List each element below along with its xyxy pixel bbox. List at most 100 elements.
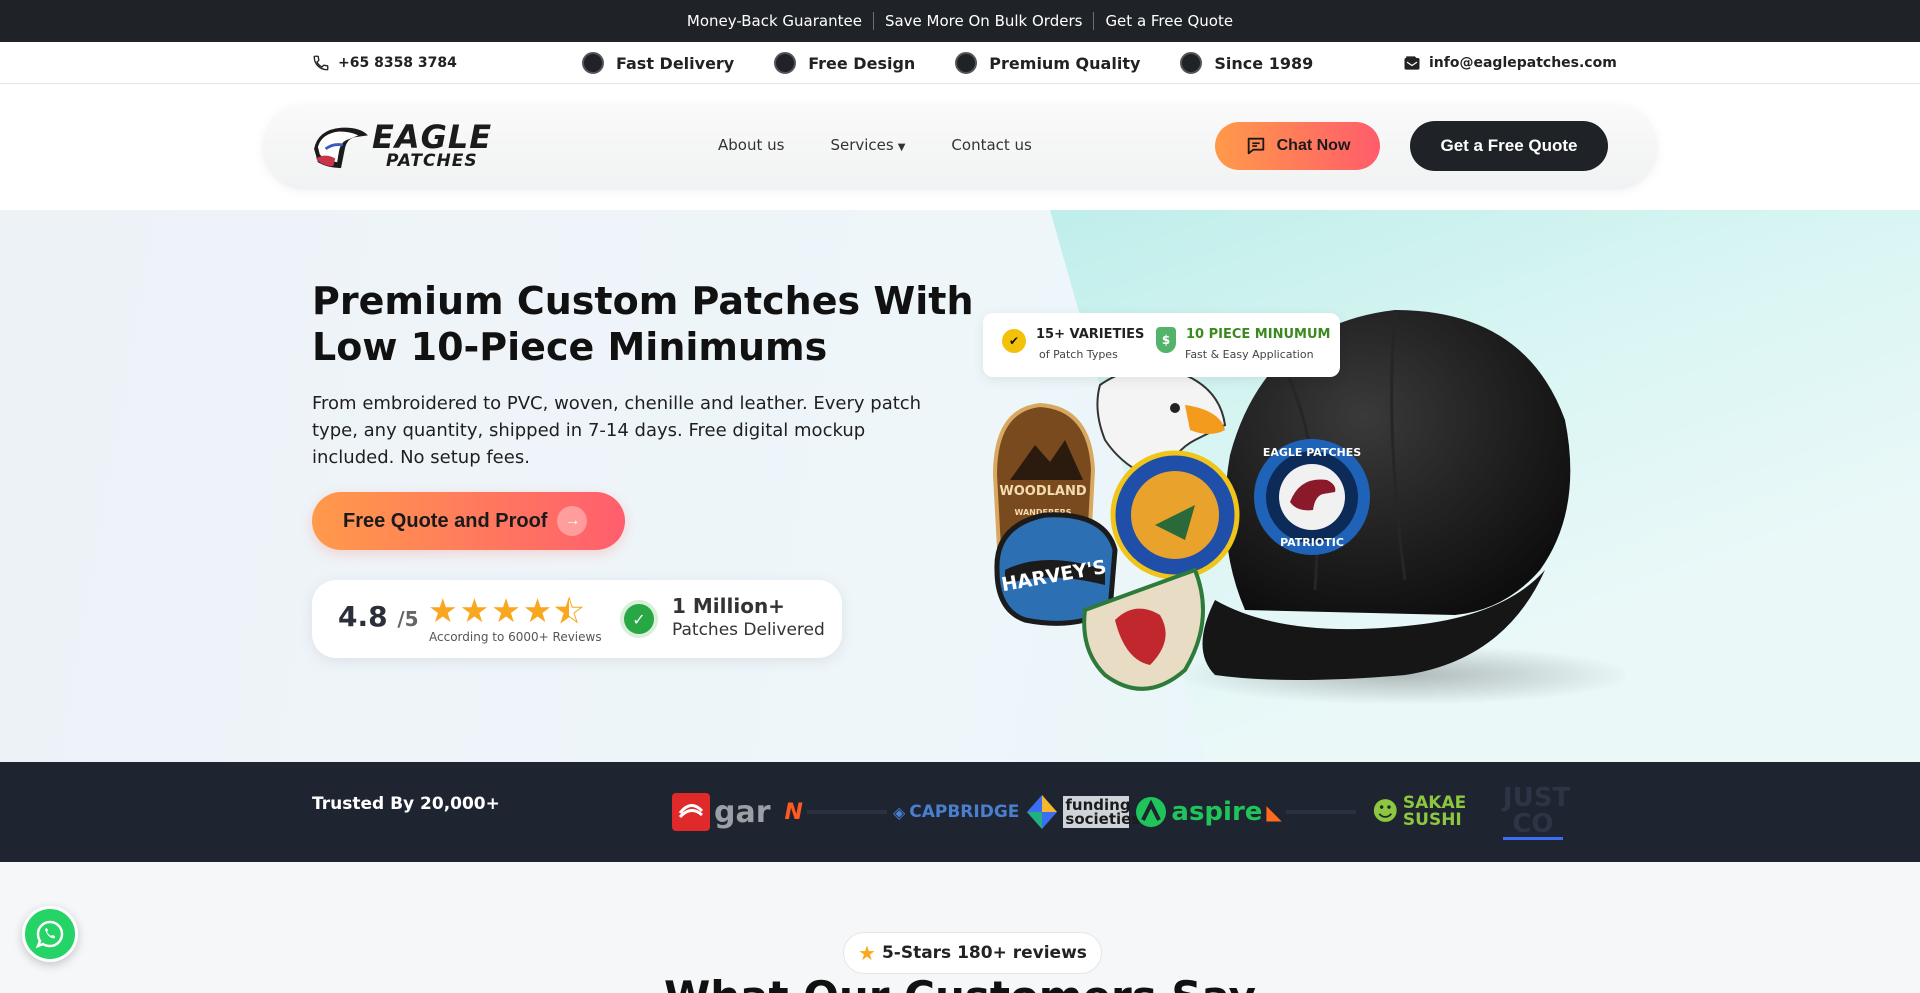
feature-since: Since 1989 <box>1180 52 1313 74</box>
hero-section: Premium Custom Patches With Low 10-Piece… <box>0 210 1920 762</box>
feature-free-design: Free Design <box>774 52 915 74</box>
features-badge-card: ✔ 15+ VARIETIES of Patch Types $ 10 PIEC… <box>983 313 1340 377</box>
star-icon: ★ <box>459 591 490 630</box>
whatsapp-icon <box>35 920 64 949</box>
phone-link[interactable]: +65 8358 3784 <box>312 42 457 84</box>
free-quote-proof-label: Free Quote and Proof <box>343 509 548 532</box>
delivered-count: 1 Million+ <box>672 594 785 618</box>
client-logo-label: aspire <box>1171 797 1263 827</box>
menu-services[interactable]: Services ▼ <box>830 136 905 154</box>
rating-score: 4.8 /5 <box>338 600 419 633</box>
since-icon <box>1180 52 1203 74</box>
get-quote-button[interactable]: Get a Free Quote <box>1410 121 1608 171</box>
site-header: EAGLE PATCHES About us Services ▼ Contact… <box>0 84 1920 210</box>
logo-placeholder <box>1285 810 1356 814</box>
sakae-mascot-icon: ☻ <box>1371 797 1399 827</box>
main-menu: About us Services ▼ Contact us <box>718 136 1032 154</box>
client-logo-label: JUST CO <box>1502 782 1571 840</box>
star-icon: ★ <box>522 591 553 630</box>
menu-about[interactable]: About us <box>718 136 784 154</box>
free-design-icon <box>774 52 797 74</box>
client-logo-aspire: aspire ◣ <box>1135 796 1356 828</box>
varieties-title: 15+ VARIETIES <box>1036 327 1145 342</box>
client-logo-justco: JUST CO <box>1502 782 1571 840</box>
fast-delivery-icon <box>582 52 604 74</box>
feature-label: Free Design <box>808 53 916 73</box>
site-logo[interactable]: EAGLE PATCHES <box>312 120 492 170</box>
reviews-badge: ★ 5-Stars 180+ reviews <box>843 932 1102 974</box>
arrow-right-icon: → <box>557 506 588 536</box>
star-icon: ★ <box>858 941 876 965</box>
hero-description: From embroidered to PVC, woven, chenille… <box>312 393 922 468</box>
client-logo-label: SAKAE SUSHI <box>1402 793 1467 830</box>
phone-number: +65 8358 3784 <box>338 55 457 71</box>
check-icon: ✓ <box>624 604 654 634</box>
chat-now-button[interactable]: Chat Now <box>1215 122 1380 170</box>
rating-out-of: /5 <box>397 607 419 631</box>
flame-logo-icon: ◣ <box>1266 800 1282 824</box>
logo-word-eagle: EAGLE <box>372 117 493 156</box>
email-address: info@eaglepatches.com <box>1429 55 1617 71</box>
testimonials-title: What Our Customers Say <box>0 972 1920 993</box>
logo-word-patches: PATCHES <box>386 150 478 171</box>
woodland-text: WOODLAND <box>999 484 1086 499</box>
menu-services-label: Services <box>830 136 894 154</box>
minimum-title: 10 PIECE MINUMUM <box>1186 327 1331 342</box>
cap-patch-top-text: EAGLE PATCHES <box>1263 446 1361 459</box>
rating-stars: ★ ★ ★ ★ ★ <box>428 591 585 630</box>
client-logo-label: N <box>784 799 803 825</box>
rating-card: 4.8 /5 ★ ★ ★ ★ ★ According to 6000+ Revi… <box>312 580 842 658</box>
reviews-badge-label: 5-Stars 180+ reviews <box>881 943 1087 963</box>
feature-list: Fast Delivery Free Design Premium Qualit… <box>582 42 1353 84</box>
phone-icon <box>313 55 329 71</box>
bulk-orders-link[interactable]: Save More On Bulk Orders <box>874 12 1095 30</box>
mail-icon <box>1404 56 1420 70</box>
client-logo-sakae-sushi: ☻ SAKAE SUSHI <box>1372 795 1483 829</box>
info-bar: +65 8358 3784 Fast Delivery Free Design … <box>0 42 1920 84</box>
free-quote-proof-button[interactable]: Free Quote and Proof → <box>312 492 625 550</box>
client-logo-gar: gar <box>672 793 771 831</box>
hero-title: Premium Custom Patches With Low 10-Piece… <box>312 279 974 369</box>
minimum-subtitle: Fast & Easy Application <box>1185 348 1314 361</box>
half-star-icon: ★ <box>554 591 585 630</box>
client-logos: gar N ◈ CAPBRIDGE funding societies aspi… <box>672 780 1571 844</box>
dollar-shield-icon: $ <box>1156 327 1176 353</box>
client-logo-n: N <box>785 800 887 825</box>
caret-down-icon: ▼ <box>897 142 906 153</box>
feature-label: Premium Quality <box>989 53 1141 73</box>
star-icon: ★ <box>428 591 458 630</box>
feature-fast-delivery: Fast Delivery <box>582 52 734 74</box>
eagle-logo-icon <box>314 127 368 169</box>
gar-logo-icon <box>672 793 710 831</box>
aspire-logo-icon <box>1136 797 1167 827</box>
rating-subtitle: According to 6000+ Reviews <box>429 630 602 644</box>
delivered-label: Patches Delivered <box>672 620 825 640</box>
varieties-subtitle: of Patch Types <box>1039 348 1118 361</box>
trusted-by-strip: Trusted By 20,000+ gar N ◈ CAPBRIDGE fun… <box>0 762 1920 862</box>
announcement-bar: Money-Back Guarantee Save More On Bulk O… <box>0 0 1920 42</box>
feature-premium-quality: Premium Quality <box>955 52 1140 74</box>
email-link[interactable]: info@eaglepatches.com <box>1402 42 1617 84</box>
client-logo-capbridge: ◈ CAPBRIDGE <box>893 802 1019 822</box>
trusted-label: Trusted By 20,000+ <box>312 794 500 814</box>
chat-icon <box>1247 137 1264 155</box>
whatsapp-button[interactable] <box>22 906 78 962</box>
rating-value: 4.8 <box>338 600 388 633</box>
feature-label: Fast Delivery <box>616 53 735 73</box>
client-logo-label: gar <box>714 794 771 830</box>
check-badge-icon: ✔ <box>1002 329 1026 353</box>
feature-label: Since 1989 <box>1214 53 1314 73</box>
money-back-link[interactable]: Money-Back Guarantee <box>676 12 874 30</box>
menu-contact[interactable]: Contact us <box>951 136 1031 154</box>
client-logo-funding-societies: funding societies <box>1025 793 1141 831</box>
funding-societies-logo-icon <box>1027 795 1058 829</box>
cap-patch-bottom-text: PATRIOTIC <box>1280 536 1344 549</box>
client-logo-label: funding societies <box>1063 796 1141 828</box>
capbridge-mark-icon: ◈ <box>892 802 906 822</box>
client-logo-label: CAPBRIDGE <box>909 802 1020 822</box>
free-quote-top-link[interactable]: Get a Free Quote <box>1094 12 1244 30</box>
star-icon: ★ <box>491 591 521 630</box>
logo-placeholder <box>806 810 887 814</box>
premium-quality-icon <box>955 52 978 74</box>
chat-now-label: Chat Now <box>1276 137 1351 154</box>
